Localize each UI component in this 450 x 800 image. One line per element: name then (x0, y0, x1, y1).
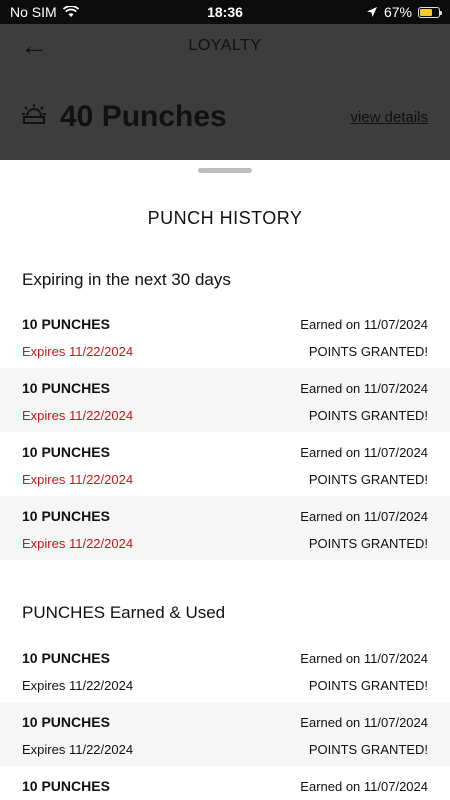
back-arrow-icon[interactable]: ← (20, 32, 48, 60)
battery-fill (420, 8, 433, 16)
location-arrow-icon (366, 7, 377, 17)
sheet-title: PUNCH HISTORY (147, 208, 303, 228)
status-right: 67% (366, 4, 442, 20)
view-details-link[interactable]: view details (350, 109, 428, 126)
punch-label: 10 PUNCHES (22, 444, 110, 460)
expires-date: Expires 11/22/2024 (22, 742, 134, 757)
expires-date: Expires 11/22/2024 (22, 536, 134, 551)
punch-label: 10 PUNCHES (22, 778, 110, 794)
punches-summary: 40 Punches view details (0, 92, 450, 142)
battery-percent: 67% (383, 4, 412, 20)
expires-date: Expires 11/22/2024 (22, 408, 134, 423)
earned-date: Earned on 11/07/2024 (300, 445, 428, 460)
status-text: POINTS GRANTED! (308, 472, 428, 487)
status-text: POINTS GRANTED! (308, 742, 428, 757)
status-left: No SIM (10, 4, 79, 20)
background-app: ← LOYALTY 40 Punches view details (0, 24, 450, 160)
punch-history-sheet: PUNCH HISTORY Expiring in the next 30 da… (0, 160, 450, 800)
expiring-row: 10 PUNCHES Earned on 11/07/2024 Expires … (0, 304, 450, 368)
earned-date: Earned on 11/07/2024 (300, 651, 428, 666)
sunrise-punch-icon (22, 104, 46, 130)
earned-used-section-title: PUNCHES Earned & Used (22, 603, 226, 622)
expires-date: Expires 11/22/2024 (22, 472, 134, 487)
expiring-section-title: Expiring in the next 30 days (22, 270, 231, 289)
status-text: POINTS GRANTED! (308, 344, 428, 359)
expires-date: Expires 11/22/2024 (22, 344, 134, 359)
earned-date: Earned on 11/07/2024 (300, 715, 428, 730)
status-text: POINTS GRANTED! (308, 408, 428, 423)
page-title: LOYALTY (188, 37, 262, 54)
punch-count: 40 Punches (60, 100, 227, 133)
earned-date: Earned on 11/07/2024 (300, 779, 428, 794)
earned-date: Earned on 11/07/2024 (300, 381, 428, 396)
sheet-drag-handle[interactable] (198, 168, 252, 173)
earned-date: Earned on 11/07/2024 (300, 509, 428, 524)
punch-label: 10 PUNCHES (22, 508, 110, 524)
expires-date: Expires 11/22/2024 (22, 678, 134, 693)
history-row: 10 PUNCHES Earned on 11/07/2024 Expires … (0, 702, 450, 766)
status-text: POINTS GRANTED! (308, 536, 428, 551)
punch-label: 10 PUNCHES (22, 316, 110, 332)
app-header: ← LOYALTY (0, 24, 450, 68)
battery-icon (418, 6, 442, 18)
punch-label: 10 PUNCHES (22, 380, 110, 396)
expiring-row: 10 PUNCHES Earned on 11/07/2024 Expires … (0, 368, 450, 432)
header-divider (0, 68, 450, 92)
expiring-row: 10 PUNCHES Earned on 11/07/2024 Expires … (0, 496, 450, 560)
carrier-label: No SIM (10, 4, 57, 20)
punch-label: 10 PUNCHES (22, 650, 110, 666)
earned-date: Earned on 11/07/2024 (300, 317, 428, 332)
status-bar: No SIM 18:36 67% (0, 0, 450, 24)
history-row: 10 PUNCHES Earned on 11/07/2024 (0, 766, 450, 800)
wifi-icon (62, 6, 79, 17)
battery-tip (440, 10, 442, 15)
history-row: 10 PUNCHES Earned on 11/07/2024 Expires … (0, 638, 450, 702)
status-text: POINTS GRANTED! (308, 678, 428, 693)
expiring-row: 10 PUNCHES Earned on 11/07/2024 Expires … (0, 432, 450, 496)
punch-label: 10 PUNCHES (22, 714, 110, 730)
